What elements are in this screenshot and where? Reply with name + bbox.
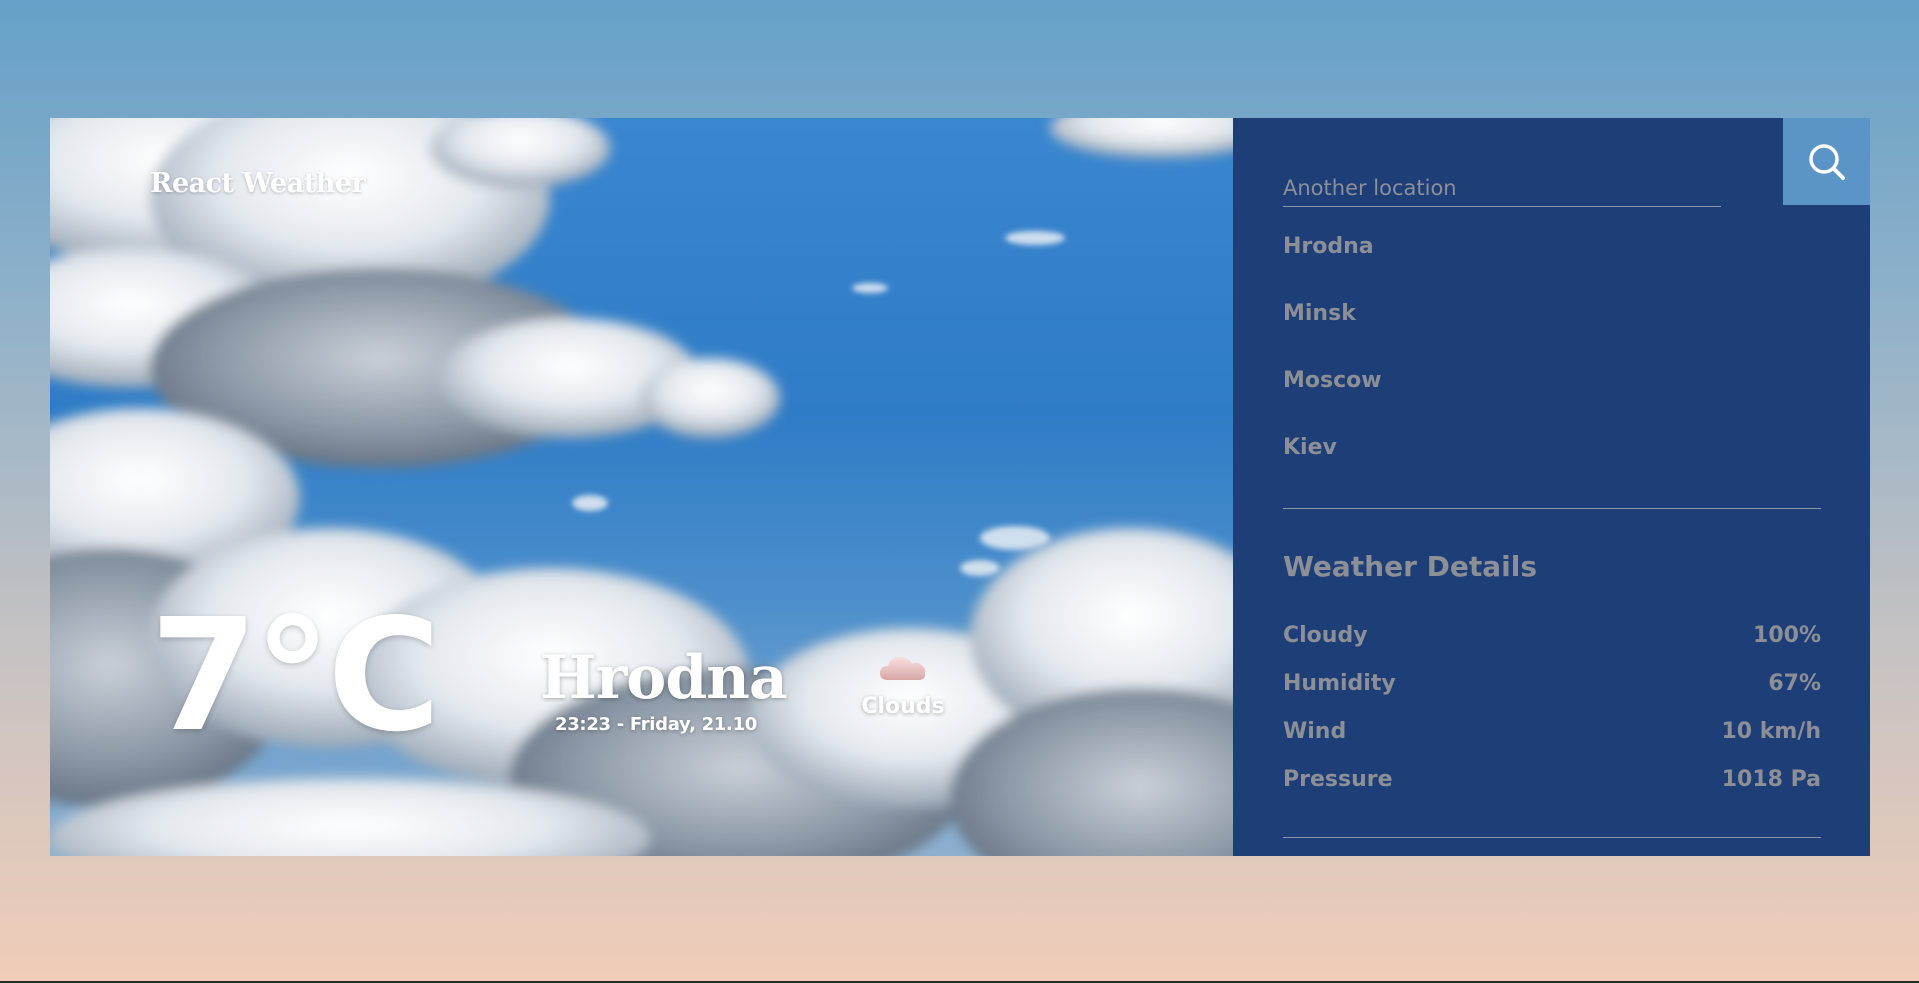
detail-label: Wind [1283,719,1347,744]
weather-hero: React Weather 7°C Hrodna 23:23 - Friday,… [50,118,1233,856]
detail-value: 100% [1753,623,1821,648]
condition-label: Clouds [861,694,945,719]
detail-value: 10 km/h [1721,719,1821,744]
weather-details-list: Cloudy 100% Humidity 67% Wind 10 km/h Pr… [1283,623,1821,815]
location-item-hrodna[interactable]: Hrodna [1283,236,1382,303]
search-button[interactable] [1783,118,1870,205]
detail-label: Pressure [1283,767,1393,792]
cloud-icon [880,657,926,680]
detail-row-cloudy: Cloudy 100% [1283,623,1821,671]
detail-row-pressure: Pressure 1018 Pa [1283,767,1821,815]
detail-label: Cloudy [1283,623,1368,648]
detail-label: Humidity [1283,671,1396,696]
city-name: Hrodna [540,643,788,713]
weather-card: React Weather 7°C Hrodna 23:23 - Friday,… [50,118,1870,856]
city-block: Hrodna 23:23 - Friday, 21.10 [540,643,788,735]
divider [1283,837,1821,838]
current-temperature: 7°C [150,585,441,766]
detail-value: 67% [1768,671,1821,696]
app-title: React Weather [150,168,366,199]
location-item-moscow[interactable]: Moscow [1283,370,1382,437]
location-item-minsk[interactable]: Minsk [1283,303,1382,370]
divider [1283,508,1821,509]
detail-row-humidity: Humidity 67% [1283,671,1821,719]
detail-value: 1018 Pa [1721,767,1821,792]
condition-block: Clouds [858,648,948,719]
side-panel: Hrodna Minsk Moscow Kiev Weather Details… [1233,118,1870,856]
weather-details-title: Weather Details [1283,550,1538,583]
date-time: 23:23 - Friday, 21.10 [554,714,758,735]
detail-row-wind: Wind 10 km/h [1283,719,1821,767]
location-search-input[interactable] [1283,170,1721,207]
location-item-kiev[interactable]: Kiev [1283,437,1382,504]
location-list: Hrodna Minsk Moscow Kiev [1283,236,1382,504]
search-icon [1808,143,1845,180]
